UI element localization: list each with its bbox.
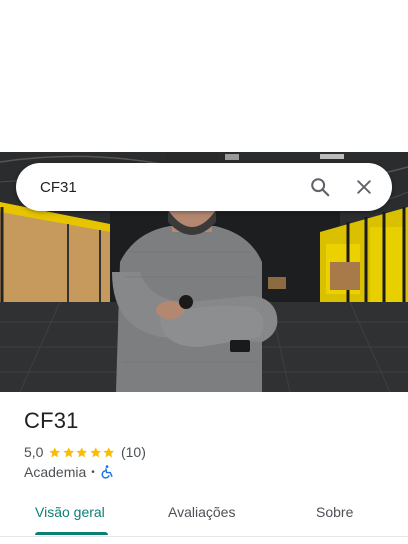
star-icon xyxy=(76,446,88,457)
wheelchair-icon xyxy=(101,465,113,479)
place-title: CF31 xyxy=(24,408,79,433)
star-icon xyxy=(63,446,75,457)
search-bar[interactable] xyxy=(16,163,392,211)
search-button[interactable] xyxy=(298,163,342,211)
star-icon xyxy=(103,446,115,457)
rating-value: 5,0 xyxy=(24,444,44,460)
star-icon xyxy=(49,446,61,457)
review-count[interactable]: (10) xyxy=(121,444,146,460)
search-input[interactable] xyxy=(16,178,298,196)
search-icon xyxy=(311,178,330,197)
place-category: Academia xyxy=(24,464,87,480)
rating-row[interactable]: 5,0 (10) xyxy=(24,444,146,460)
separator-dot: • xyxy=(91,466,95,478)
active-tab-indicator xyxy=(35,532,108,535)
tab-about[interactable]: Sobre xyxy=(316,504,353,520)
place-tabs: Visão geral Avaliações Sobre xyxy=(0,494,408,536)
clear-search-button[interactable] xyxy=(342,163,386,211)
close-icon xyxy=(357,180,371,194)
tabs-divider xyxy=(0,536,408,537)
star-icon xyxy=(90,446,102,457)
tab-overview[interactable]: Visão geral xyxy=(35,504,105,520)
tab-reviews[interactable]: Avaliações xyxy=(168,504,235,520)
star-rating xyxy=(48,446,116,459)
category-row: Academia • xyxy=(24,464,113,480)
